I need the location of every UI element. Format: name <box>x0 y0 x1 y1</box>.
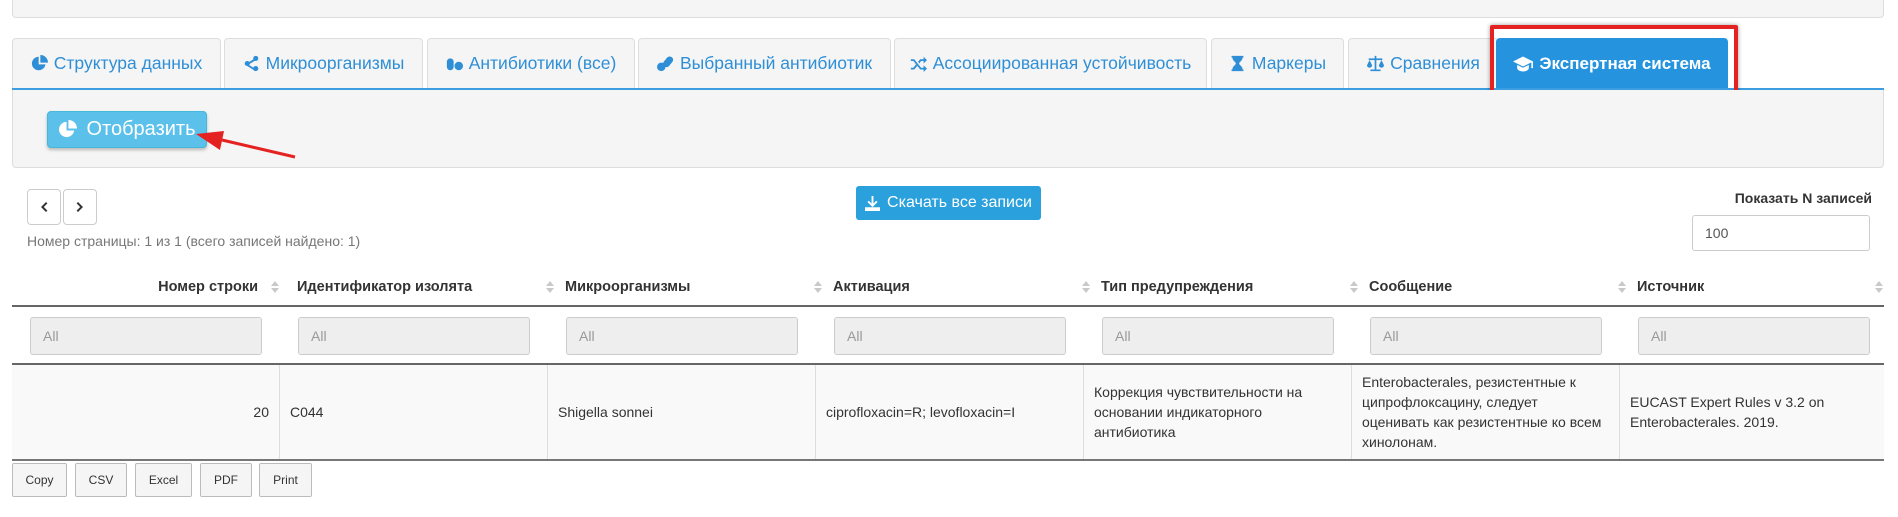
tab-label: Антибиотики (все) <box>468 53 617 73</box>
page-length-label: Показать N записей <box>1734 190 1872 206</box>
tab-label: Структура данных <box>53 53 203 73</box>
column-header-microorganisms[interactable]: Микроорганизмы <box>555 269 823 305</box>
cell-row-number: 20 <box>12 365 280 459</box>
column-header-source[interactable]: Источник <box>1627 269 1884 305</box>
table-row[interactable]: 20 C044 Shigella sonnei ciprofloxacin=R;… <box>12 365 1884 461</box>
prev-page-button[interactable] <box>27 189 61 225</box>
tab-selected-antibiotic[interactable]: Выбранный антибиотик <box>638 38 891 88</box>
tab-comparisons[interactable]: Сравнения <box>1348 38 1499 88</box>
tab-associated-resistance[interactable]: Ассоциированная устойчивость <box>894 38 1207 88</box>
sort-icon <box>270 279 280 295</box>
share-nodes-icon <box>244 55 258 72</box>
cell-microorganism: Shigella sonnei <box>548 365 816 459</box>
next-page-button[interactable] <box>63 189 97 225</box>
filter-row <box>12 307 1884 365</box>
column-header-row-number[interactable]: Номер строки <box>12 269 280 305</box>
tab-antibiotics-all[interactable]: Антибиотики (все) <box>427 38 635 88</box>
filter-isolate-id[interactable] <box>298 317 530 355</box>
csv-button[interactable]: CSV <box>75 463 127 497</box>
cell-activation: ciprofloxacin=R; levofloxacin=I <box>816 365 1084 459</box>
excel-button[interactable]: Excel <box>135 463 192 497</box>
sort-icon <box>813 279 823 295</box>
print-button[interactable]: Print <box>259 463 312 497</box>
column-header-message[interactable]: Сообщение <box>1359 269 1627 305</box>
cell-isolate-id: C044 <box>280 365 548 459</box>
sort-icon <box>1617 279 1627 295</box>
capsules-icon <box>656 56 674 72</box>
page-length-input[interactable] <box>1692 215 1870 251</box>
column-header-isolate-id[interactable]: Идентификатор изолята <box>287 269 555 305</box>
show-button[interactable]: Отобразить <box>47 111 207 148</box>
tab-content-panel <box>12 90 1884 168</box>
pdf-button[interactable]: PDF <box>200 463 252 497</box>
tab-markers[interactable]: Маркеры <box>1211 38 1344 88</box>
tab-microorganisms[interactable]: Микроорганизмы <box>224 38 423 88</box>
chevron-left-icon <box>41 202 48 212</box>
balance-scale-icon <box>1367 55 1385 72</box>
page-info: Номер страницы: 1 из 1 (всего записей на… <box>27 233 361 249</box>
filter-source[interactable] <box>1638 317 1870 355</box>
download-all-button[interactable]: Скачать все записи <box>856 186 1041 220</box>
sort-icon <box>1874 279 1884 295</box>
random-icon <box>910 56 927 72</box>
highlight-frame <box>1490 25 1738 99</box>
filter-row-number[interactable] <box>30 317 262 355</box>
filter-activation[interactable] <box>834 317 1066 355</box>
filter-message[interactable] <box>1370 317 1602 355</box>
top-panel <box>12 0 1884 18</box>
tab-data-structure[interactable]: Структура данных <box>12 38 221 88</box>
pills-icon <box>446 58 463 71</box>
column-header-warning-type[interactable]: Тип предупреждения <box>1091 269 1359 305</box>
cell-source: EUCAST Expert Rules v 3.2 on Enterobacte… <box>1630 394 1825 430</box>
cell-message: Enterobacterales, резистентные к ципрофл… <box>1352 365 1620 459</box>
pie-chart-icon <box>31 55 48 71</box>
tab-label: Ассоциированная устойчивость <box>932 53 1192 73</box>
chevron-right-icon <box>76 202 83 212</box>
column-header-activation[interactable]: Активация <box>823 269 1091 305</box>
copy-button[interactable]: Copy <box>12 463 67 497</box>
table-header: Номер строки Идентификатор изолята Микро… <box>12 269 1884 307</box>
pie-chart-icon <box>59 120 78 138</box>
filter-warning-type[interactable] <box>1102 317 1334 355</box>
tab-label: Сравнения <box>1390 53 1480 73</box>
tab-label: Маркеры <box>1251 53 1327 73</box>
sort-icon <box>545 279 555 295</box>
sort-icon <box>1349 279 1359 295</box>
sort-icon <box>1081 279 1091 295</box>
download-icon <box>865 195 881 211</box>
hourglass-icon <box>1231 55 1244 72</box>
cell-warning-type: Коррекция чувствительности на основании … <box>1084 365 1352 459</box>
tab-label: Микроорганизмы <box>265 53 405 73</box>
show-button-label: Отобразить <box>86 118 196 140</box>
filter-microorganisms[interactable] <box>566 317 798 355</box>
download-label: Скачать все записи <box>887 194 1032 211</box>
tab-label: Выбранный антибиотик <box>679 53 873 73</box>
